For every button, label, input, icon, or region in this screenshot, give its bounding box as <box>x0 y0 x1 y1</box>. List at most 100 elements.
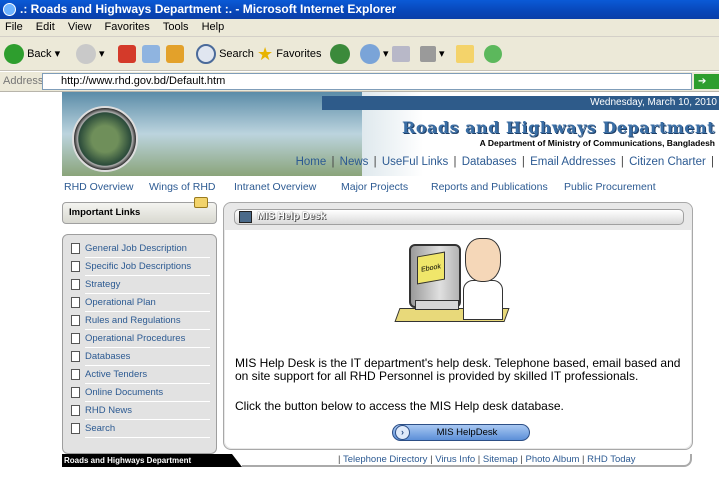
link-news[interactable]: News <box>340 156 369 168</box>
org-subtitle: A Department of Ministry of Communicatio… <box>479 138 715 148</box>
menu-tools[interactable]: Tools <box>158 19 194 35</box>
site-banner: Wednesday, March 10, 2010 Roads and High… <box>62 92 719 176</box>
document-icon <box>71 387 80 398</box>
forward-button[interactable]: ▾ <box>76 43 105 65</box>
nav-reports-publications[interactable]: Reports and Publications <box>431 181 548 193</box>
window-title: .: Roads and Highways Department :. - Mi… <box>20 2 397 16</box>
document-icon <box>71 423 80 434</box>
panel-body: Ebook MIS Help Desk is the IT department… <box>225 230 691 448</box>
print-icon <box>392 46 410 63</box>
address-label: Address <box>3 75 44 87</box>
sidebar: Important Links General Job Description … <box>62 197 217 454</box>
edit-button[interactable]: ▾ <box>420 43 445 65</box>
menu-help[interactable]: Help <box>197 19 230 35</box>
page-footer: Roads and Highways Department | Telephon… <box>62 454 692 468</box>
important-links-header: Important Links <box>62 197 217 224</box>
link-databases[interactable]: Databases <box>462 156 517 168</box>
helpdesk-illustration: Ebook <box>394 236 517 346</box>
nav-major-projects[interactable]: Major Projects <box>341 181 408 193</box>
helpdesk-instruction: Click the button below to access the MIS… <box>235 399 564 413</box>
nav-intranet-overview[interactable]: Intranet Overview <box>234 181 316 193</box>
document-icon <box>71 297 80 308</box>
menu-view[interactable]: View <box>63 19 97 35</box>
menu-file[interactable]: File <box>0 19 28 35</box>
helpdesk-icon <box>239 211 252 223</box>
history-button[interactable] <box>330 43 350 65</box>
stop-icon <box>118 45 136 64</box>
discuss-button[interactable] <box>456 43 474 65</box>
go-arrow-icon: ➔ <box>698 76 707 87</box>
monitor-screen: Ebook <box>417 251 445 285</box>
star-icon: ★ <box>257 44 274 65</box>
notes-icon <box>456 45 474 64</box>
rhd-seal-logo <box>72 106 138 172</box>
messenger-icon <box>484 45 502 64</box>
document-icon <box>71 243 80 254</box>
nav-rhd-overview[interactable]: RHD Overview <box>64 181 133 193</box>
go-button[interactable]: ➔ Go <box>694 74 719 102</box>
home-icon <box>166 45 184 64</box>
search-button[interactable]: Search <box>196 43 254 65</box>
mis-helpdesk-button[interactable]: › MIS HelpDesk <box>392 424 530 441</box>
address-input[interactable]: http://www.rhd.gov.bd/Default.htm <box>42 73 692 90</box>
nav-public-procurement[interactable]: Public Procurement <box>564 181 656 193</box>
top-links: Home | News | UseFul Links | Databases |… <box>295 156 714 168</box>
link-citizen-charter[interactable]: Citizen Charter <box>629 156 706 168</box>
back-button[interactable]: Back ▾ <box>4 43 60 65</box>
print-button[interactable] <box>392 43 410 65</box>
sidebar-item-search[interactable]: Search <box>71 421 216 439</box>
sidebar-item-databases[interactable]: Databases <box>71 349 216 367</box>
keyboard-icon <box>415 300 459 310</box>
footer-link-virus-info[interactable]: Virus Info <box>435 454 475 465</box>
link-email-addresses[interactable]: Email Addresses <box>530 156 616 168</box>
link-useful-links[interactable]: UseFul Links <box>382 156 448 168</box>
sidebar-item-active-tenders[interactable]: Active Tenders <box>71 367 216 385</box>
document-icon <box>71 351 80 362</box>
history-icon <box>330 44 350 65</box>
sidebar-item-rules-regulations[interactable]: Rules and Regulations <box>71 313 216 331</box>
link-home[interactable]: Home <box>296 156 327 168</box>
panel-heading: MIS Help Desk <box>234 209 684 225</box>
sidebar-item-rhd-news[interactable]: RHD News <box>71 403 216 421</box>
person-icon <box>465 238 501 282</box>
mail-button[interactable]: ▾ <box>360 43 389 65</box>
sidebar-item-general-job-description[interactable]: General Job Description <box>71 241 216 259</box>
refresh-button[interactable] <box>142 43 160 65</box>
sidebar-item-online-documents[interactable]: Online Documents <box>71 385 216 403</box>
footer-link-photo-album[interactable]: Photo Album <box>526 454 580 465</box>
edit-icon <box>420 46 436 63</box>
back-arrow-icon <box>4 44 24 65</box>
forward-arrow-icon <box>76 44 96 65</box>
menu-favorites[interactable]: Favorites <box>100 19 155 35</box>
browser-toolbar: Back ▾ ▾ Search ★ Favorites ▾ ▾ <box>0 37 719 71</box>
document-icon <box>71 315 80 326</box>
document-icon <box>71 369 80 380</box>
main-nav: RHD Overview Wings of RHD Intranet Overv… <box>62 178 719 196</box>
page-content: Wednesday, March 10, 2010 Roads and High… <box>0 92 719 503</box>
document-icon <box>71 261 80 272</box>
nav-wings-of-rhd[interactable]: Wings of RHD <box>149 181 216 193</box>
footer-org: Roads and Highways Department <box>62 454 242 467</box>
menu-bar: File Edit View Favorites Tools Help <box>0 19 719 37</box>
ie-logo-icon <box>3 3 16 16</box>
messenger-button[interactable] <box>484 43 502 65</box>
sidebar-item-operational-procedures[interactable]: Operational Procedures <box>71 331 216 349</box>
org-title: Roads and Highways Department <box>402 118 715 137</box>
helpdesk-description: MIS Help Desk is the IT department's hel… <box>235 356 681 383</box>
address-bar: Address http://www.rhd.gov.bd/Default.ht… <box>0 72 719 102</box>
stop-button[interactable] <box>118 43 136 65</box>
sidebar-item-specific-job-descriptions[interactable]: Specific Job Descriptions <box>71 259 216 277</box>
menu-edit[interactable]: Edit <box>31 19 60 35</box>
sidebar-item-strategy[interactable]: Strategy <box>71 277 216 295</box>
folder-icon <box>194 197 208 208</box>
chevron-right-icon: › <box>395 425 410 440</box>
document-icon <box>71 405 80 416</box>
favorites-button[interactable]: ★ Favorites <box>257 43 321 65</box>
search-icon <box>196 44 216 65</box>
sidebar-item-operational-plan[interactable]: Operational Plan <box>71 295 216 313</box>
document-icon <box>71 333 80 344</box>
home-button[interactable] <box>166 43 184 65</box>
footer-link-rhd-today[interactable]: RHD Today <box>587 454 635 465</box>
footer-link-sitemap[interactable]: Sitemap <box>483 454 518 465</box>
footer-link-telephone-directory[interactable]: Telephone Directory <box>343 454 428 465</box>
